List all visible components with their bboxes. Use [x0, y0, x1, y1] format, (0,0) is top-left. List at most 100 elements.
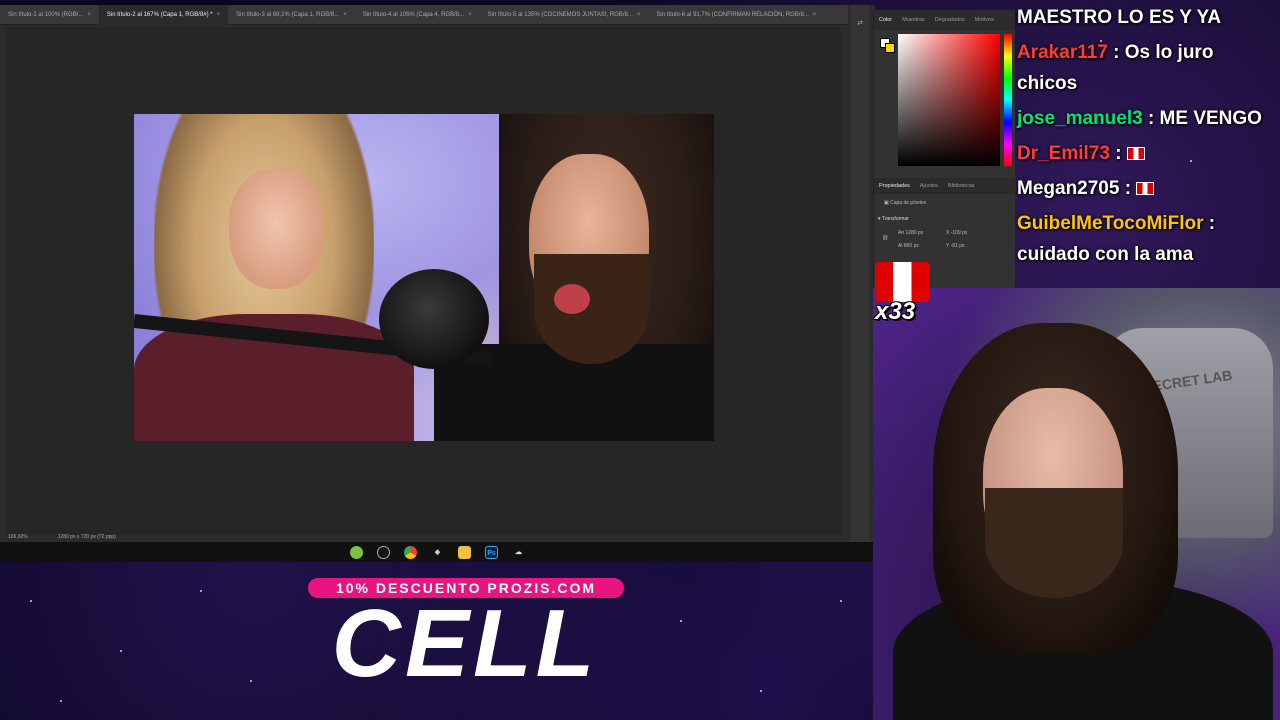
- chat-message: cuidado con la ama: [1017, 237, 1278, 272]
- y-value[interactable]: -81 px: [951, 243, 965, 249]
- chat-text: chicos: [1017, 73, 1078, 94]
- document-size: 1280 px x 720 px (72 ppp): [57, 534, 116, 540]
- properties-panel: Color Muestras Degradados Motivos Propie…: [873, 10, 1016, 290]
- document-tab[interactable]: Sin título-6 al 91,7% (CONFIRMAN RELACIÓ…: [648, 5, 824, 25]
- chat-text: :: [1115, 143, 1122, 164]
- x-field[interactable]: X -109 px: [946, 230, 967, 236]
- chat-message: Dr_Emil73 :: [1017, 136, 1278, 171]
- chat-overlay: MAESTRO LO ES Y YA Arakar117 : Os lo juro…: [1015, 0, 1280, 285]
- properties-tabs: Propiedades Ajustes Bibliotecas: [874, 178, 1016, 194]
- close-icon[interactable]: ×: [468, 5, 472, 25]
- document-tab-label: Sin título-5 al 135% (COCINEMOS JUNTAS!,…: [487, 11, 633, 18]
- background-color-swatch[interactable]: [885, 43, 895, 53]
- status-bar: 166,92% 1280 px x 720 px (72 ppp): [0, 532, 848, 542]
- layer-type-text: Capa de píxeles: [890, 200, 927, 206]
- photoshop-icon[interactable]: Ps: [485, 545, 498, 559]
- height-value[interactable]: 860 px: [904, 243, 919, 249]
- taskbar: ◆ Ps ☁: [0, 542, 875, 562]
- chat-username[interactable]: jose_manuel3: [1017, 108, 1143, 129]
- chat-text: : ME VENGO: [1147, 108, 1262, 129]
- document-tab[interactable]: Sin título-3 al 69,1% (Capa 1, RGB/8... ×: [228, 5, 355, 25]
- promo-headline: CELL: [331, 590, 599, 697]
- woman-face: [229, 169, 324, 289]
- width-field[interactable]: An 1280 px: [898, 230, 923, 236]
- chat-text: :: [1124, 178, 1132, 199]
- document-tabs: Sin título-1 al 100% (RGB/... × Sin título…: [0, 5, 848, 25]
- pixel-layer-icon: ▣: [884, 200, 889, 206]
- chat-username[interactable]: Megan2705: [1017, 178, 1119, 199]
- chat-message: GuibelMeTocoMiFlor :: [1017, 206, 1278, 241]
- document-tab-label: Sin título-2 al 167% (Capa 1, RGB/8#) *: [106, 11, 213, 18]
- zoom-level[interactable]: 166,92%: [8, 532, 28, 542]
- man-mouth: [554, 284, 590, 314]
- close-icon[interactable]: ×: [813, 5, 817, 25]
- clock-icon[interactable]: [377, 545, 390, 559]
- document-tab[interactable]: Sin título-2 al 167% (Capa 1, RGB/8#) * ×: [98, 5, 229, 25]
- canvas-area[interactable]: [6, 27, 841, 535]
- x-label: X: [946, 230, 950, 236]
- cloud-icon[interactable]: ☁: [512, 546, 525, 559]
- y-label: Y: [946, 243, 950, 249]
- close-icon[interactable]: ×: [637, 5, 641, 25]
- tab-gradients[interactable]: Degradados: [930, 17, 970, 23]
- document-tab-label: Sin título-6 al 91,7% (CONFIRMAN RELACIÓ…: [656, 11, 809, 18]
- width-value[interactable]: 1280 px: [906, 230, 924, 236]
- webcam-feed: SECRET LAB: [873, 288, 1280, 720]
- chrome-icon[interactable]: [404, 545, 417, 559]
- height-field[interactable]: Al 860 px: [898, 243, 919, 249]
- transform-section[interactable]: ▾ Transformar: [878, 216, 909, 222]
- tab-swatches[interactable]: Muestras: [897, 17, 930, 23]
- flag-alert: x33: [875, 262, 935, 332]
- chat-message: MAESTRO LO ES Y YA: [1017, 0, 1278, 35]
- close-icon[interactable]: ×: [87, 5, 91, 25]
- chat-message: chicos: [1017, 66, 1278, 101]
- app-green-icon[interactable]: [350, 545, 363, 559]
- document-tab[interactable]: Sin título-4 al 105% (Capa 4, RGB/8... ×: [355, 5, 480, 25]
- tab-libraries[interactable]: Bibliotecas: [943, 183, 980, 189]
- y-field[interactable]: Y -81 px: [946, 243, 965, 249]
- man-beard: [534, 254, 649, 364]
- chat-username[interactable]: GuibelMeTocoMiFlor: [1017, 213, 1203, 234]
- panel-toggle-icon[interactable]: ⇄: [850, 19, 870, 27]
- x-value[interactable]: -109 px: [951, 230, 968, 236]
- tool-icon[interactable]: ◆: [431, 546, 444, 559]
- microphone: [379, 269, 489, 369]
- hue-slider[interactable]: [1004, 34, 1012, 166]
- chat-username[interactable]: Dr_Emil73: [1017, 143, 1110, 164]
- document-tab-label: Sin título-4 al 105% (Capa 4, RGB/8...: [362, 11, 465, 18]
- tab-adjustments[interactable]: Ajustes: [915, 183, 943, 189]
- peru-flag-icon: [1136, 182, 1155, 196]
- color-panel-tabs: Color Muestras Degradados Motivos: [874, 10, 1015, 30]
- document-tab[interactable]: Sin título-5 al 135% (COCINEMOS JUNTAS!,…: [480, 5, 649, 25]
- chat-text: : Os lo juro: [1113, 42, 1214, 63]
- peru-flag-icon: [875, 262, 930, 302]
- chat-message: Arakar117 : Os lo juro: [1017, 35, 1278, 70]
- photoshop-window: Sin título-1 al 100% (RGB/... × Sin título…: [0, 5, 875, 542]
- width-label: An: [898, 230, 905, 236]
- chevron-down-icon: ▾: [878, 216, 881, 222]
- tab-patterns[interactable]: Motivos: [970, 17, 999, 23]
- document-tab-label: Sin título-3 al 69,1% (Capa 1, RGB/8...: [236, 11, 340, 18]
- folder-icon[interactable]: [458, 545, 471, 559]
- close-icon[interactable]: ×: [343, 5, 347, 25]
- alert-count: x33: [875, 298, 916, 325]
- close-icon[interactable]: ×: [217, 5, 221, 25]
- chat-username[interactable]: Arakar117: [1017, 42, 1108, 63]
- height-label: Al: [898, 243, 903, 249]
- transform-label: Transformar: [881, 216, 909, 222]
- layer-type-label: ▣ Capa de píxeles: [884, 200, 926, 206]
- panel-toolstrip: ⇄: [850, 5, 870, 542]
- peru-flag-icon: [1126, 147, 1145, 161]
- document-tab-label: Sin título-1 al 100% (RGB/...: [8, 11, 84, 18]
- tab-properties[interactable]: Propiedades: [874, 183, 915, 189]
- chat-text: :: [1208, 213, 1216, 234]
- color-picker-field[interactable]: [898, 34, 1000, 166]
- streamer-beard: [985, 488, 1123, 598]
- thumbnail-image[interactable]: [134, 114, 714, 441]
- chat-message: jose_manuel3 : ME VENGO: [1017, 101, 1278, 136]
- link-icon[interactable]: ⛓: [882, 235, 888, 241]
- chat-text: MAESTRO LO ES Y YA: [1017, 7, 1222, 28]
- tab-color[interactable]: Color: [874, 17, 897, 23]
- document-tab[interactable]: Sin título-1 al 100% (RGB/... ×: [0, 5, 99, 25]
- chat-text: cuidado con la ama: [1017, 244, 1194, 265]
